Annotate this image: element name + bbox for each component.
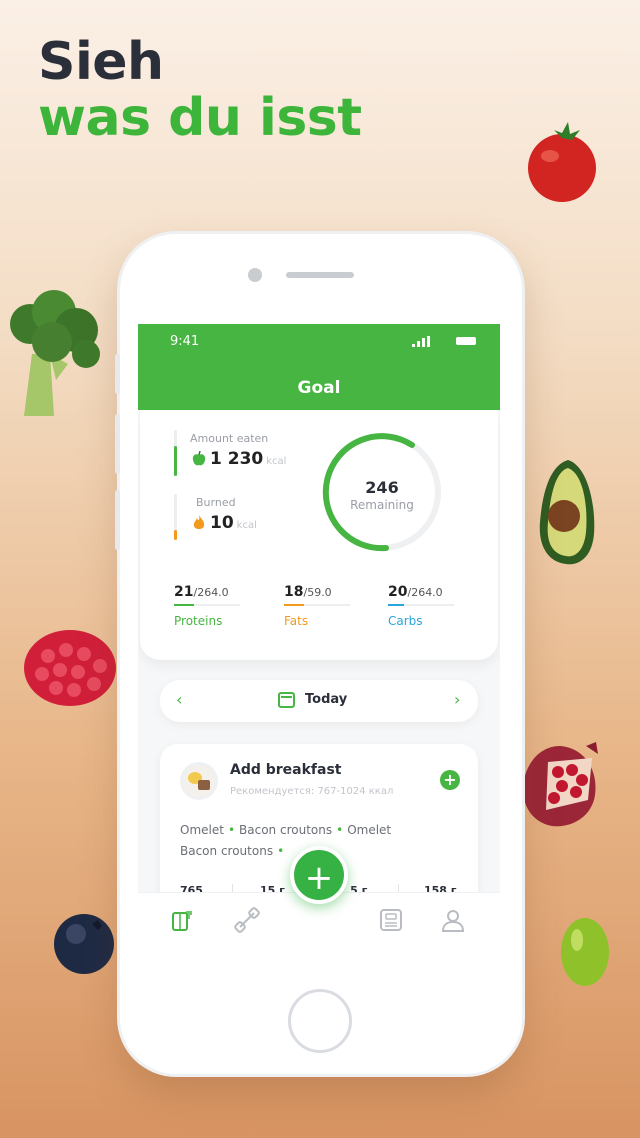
chevron-left-icon[interactable]: ‹: [176, 690, 182, 709]
macro-name: Proteins: [174, 614, 223, 628]
phone-mockup: 9:41 Goal Amount eaten 1 230kcal Burned: [115, 234, 522, 1074]
food-item: Omelet: [180, 823, 224, 837]
macro-name: Fats: [284, 614, 309, 628]
phone-side-button: [115, 354, 120, 394]
pomegranate-image: [523, 742, 598, 827]
macro-fats: 18/59.0 Fats: [284, 584, 368, 628]
macro-progress: [388, 604, 454, 606]
profile-icon[interactable]: [440, 907, 466, 933]
phone-volume-up: [115, 414, 120, 474]
app-header: 9:41 Goal: [138, 324, 500, 410]
remaining-value: 246: [365, 478, 399, 497]
macro-value: 20/264.0: [388, 584, 443, 600]
macro-value: 21/264.0: [174, 584, 229, 600]
scale-icon[interactable]: [378, 907, 404, 933]
eaten-progress-bar: [174, 430, 177, 476]
avocado-image: [539, 460, 595, 565]
eaten-label: Amount eaten: [190, 432, 269, 445]
calendar-icon: [278, 692, 295, 708]
date-label[interactable]: Today: [305, 692, 347, 707]
grape-image: [561, 918, 609, 986]
macro-progress: [174, 604, 240, 606]
home-button[interactable]: [288, 989, 352, 1053]
add-button[interactable]: +: [290, 846, 348, 904]
macro-proteins: 21/264.0 Proteins: [174, 584, 258, 628]
dumbbell-icon[interactable]: [234, 907, 260, 933]
macro-name: Carbs: [388, 614, 423, 628]
blueberry-image: [54, 914, 114, 974]
burned-value: 10 kcal: [210, 513, 257, 533]
date-selector: ‹ Today ›: [160, 680, 478, 722]
headline-line-1: Sieh: [38, 32, 164, 92]
macro-progress: [284, 604, 350, 606]
signal-icon: [412, 336, 430, 347]
page-title: Goal: [297, 378, 341, 398]
burned-unit: kcal: [236, 520, 257, 531]
status-bar: 9:41: [170, 334, 480, 350]
front-camera: [248, 268, 262, 282]
eaten-unit: kcal: [266, 456, 287, 467]
breakfast-icon: [180, 762, 218, 800]
calorie-summary-card: Amount eaten 1 230 kcal Burned 10 kcal 246…: [140, 410, 498, 660]
apple-icon: [192, 451, 206, 466]
eaten-number: 1 230: [210, 449, 264, 469]
eaten-value: 1 230 kcal: [210, 449, 286, 469]
phone-volume-down: [115, 490, 120, 550]
remaining-label: Remaining: [350, 498, 414, 512]
burned-label: Burned: [196, 496, 236, 509]
flame-icon: [193, 515, 205, 529]
macro-value: 18/59.0: [284, 584, 332, 600]
meal-recommendation: Рекомендуется: 767-1024 ккал: [230, 786, 394, 797]
battery-icon: [456, 337, 476, 345]
app-screen: 9:41 Goal Amount eaten 1 230kcal Burned: [138, 324, 500, 949]
earpiece-speaker: [286, 272, 354, 278]
food-item: Bacon croutons: [180, 844, 274, 858]
status-time: 9:41: [170, 334, 200, 349]
food-item: Omelet: [347, 823, 392, 837]
tomato-image: [528, 122, 596, 202]
raspberry-image: [24, 630, 116, 706]
meal-title: Add breakfast: [230, 762, 342, 778]
broccoli-image: [10, 290, 100, 416]
promo-headline: Sieh was du isst: [38, 34, 362, 146]
burned-number: 10: [210, 513, 234, 533]
macro-carbs: 20/264.0 Carbs: [388, 584, 472, 628]
diary-icon[interactable]: [170, 907, 196, 933]
burned-progress-bar: [174, 494, 177, 540]
headline-line-2: was du isst: [38, 88, 362, 148]
chevron-right-icon[interactable]: ›: [454, 690, 460, 709]
food-item: Bacon croutons: [239, 823, 333, 837]
add-meal-button[interactable]: +: [440, 770, 460, 790]
